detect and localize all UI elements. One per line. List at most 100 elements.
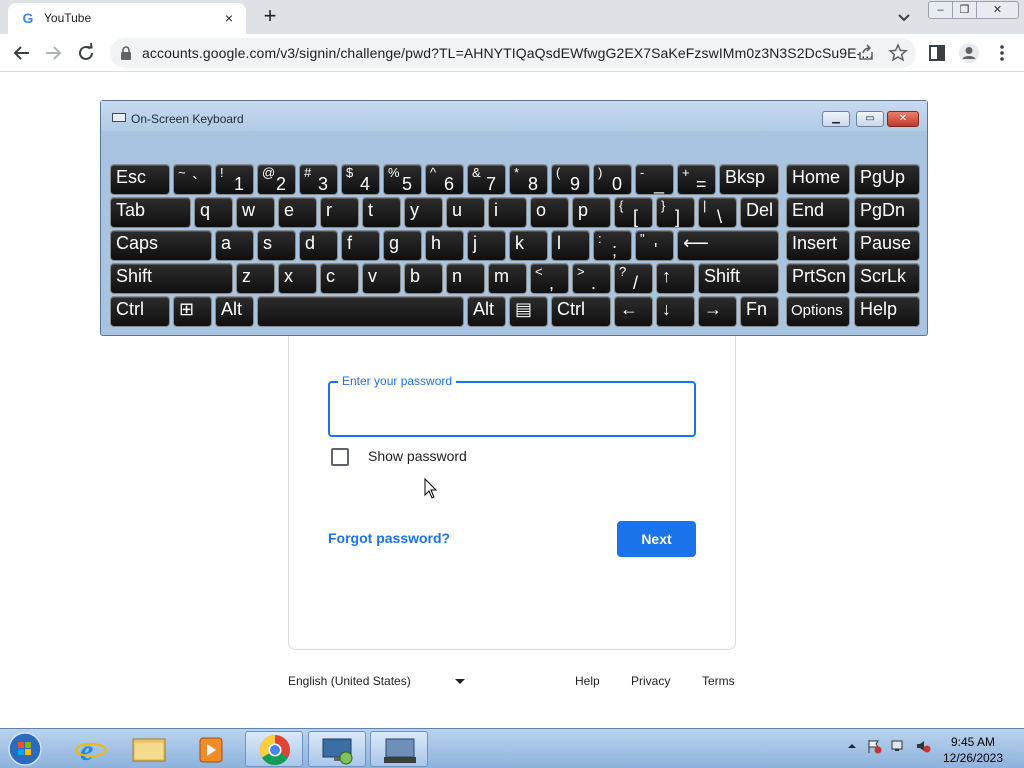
key-e[interactable]: e	[278, 197, 317, 228]
key-v[interactable]: v	[362, 263, 401, 294]
key-9[interactable]: (9	[551, 164, 590, 195]
key-0[interactable]: ) 0	[593, 164, 632, 195]
key-r[interactable]: r	[320, 197, 359, 228]
key-3-9[interactable]: >.	[572, 263, 611, 294]
key-4[interactable]: $4	[341, 164, 380, 195]
key-4-7[interactable]: ←	[614, 296, 653, 327]
key-0-12[interactable]: - _	[635, 164, 674, 195]
key-p[interactable]: p	[572, 197, 611, 228]
key-prtscn[interactable]: PrtScn	[786, 263, 850, 294]
show-password-label[interactable]: Show password	[368, 448, 467, 464]
key-tab[interactable]: Tab	[110, 197, 191, 228]
key-4-9[interactable]: →	[698, 296, 737, 327]
key-alt[interactable]: Alt	[215, 296, 254, 327]
key-home[interactable]: Home	[786, 164, 850, 195]
forward-arrow-icon[interactable]	[40, 40, 66, 66]
new-tab-button[interactable]: +	[258, 5, 282, 29]
key-s[interactable]: s	[257, 230, 296, 261]
key-0-13[interactable]: + =	[677, 164, 716, 195]
key-k[interactable]: k	[509, 230, 548, 261]
taskbar-on-screen-keyboard[interactable]	[370, 731, 428, 767]
key-pgup[interactable]: PgUp	[854, 164, 920, 195]
tab-youtube[interactable]: G YouTube ×	[8, 3, 246, 34]
key-a[interactable]: a	[215, 230, 254, 261]
key-b[interactable]: b	[404, 263, 443, 294]
key-3[interactable]: #3	[299, 164, 338, 195]
key-2-11[interactable]: " '	[635, 230, 674, 261]
bookmark-star-icon[interactable]	[888, 43, 908, 63]
key-ctrl[interactable]: Ctrl	[551, 296, 611, 327]
window-maximize-button[interactable]: ❐	[952, 1, 977, 19]
key-i[interactable]: i	[488, 197, 527, 228]
osk-minimize-button[interactable]: ▁	[822, 111, 850, 127]
share-icon[interactable]	[856, 43, 876, 63]
key-d[interactable]: d	[299, 230, 338, 261]
profile-avatar-icon[interactable]	[958, 42, 980, 64]
key-2-10[interactable]: :;	[593, 230, 632, 261]
key-w[interactable]: w	[236, 197, 275, 228]
key-caps[interactable]: Caps	[110, 230, 212, 261]
key-6[interactable]: ^ 6	[425, 164, 464, 195]
key-space[interactable]	[257, 296, 464, 327]
key-shift[interactable]: Shift	[698, 263, 779, 294]
key-3-10[interactable]: ? /	[614, 263, 653, 294]
key-u[interactable]: u	[446, 197, 485, 228]
key-8[interactable]: * 8	[509, 164, 548, 195]
network-icon[interactable]	[890, 738, 906, 754]
key-m[interactable]: m	[488, 263, 527, 294]
key-2-12[interactable]: ⟵	[677, 230, 779, 261]
key-1-13[interactable]: | \	[698, 197, 737, 228]
window-minimize-button[interactable]: ‒	[928, 1, 953, 19]
address-bar[interactable]: accounts.google.com/v3/signin/challenge/…	[110, 38, 916, 68]
footer-privacy-link[interactable]: Privacy	[631, 674, 670, 688]
reload-icon[interactable]	[73, 40, 99, 66]
tab-search-chevron-icon[interactable]	[893, 6, 915, 28]
key-n[interactable]: n	[446, 263, 485, 294]
key-l[interactable]: l	[551, 230, 590, 261]
key-c[interactable]: c	[320, 263, 359, 294]
kebab-menu-icon[interactable]	[991, 42, 1013, 64]
key-j[interactable]: j	[467, 230, 506, 261]
back-arrow-icon[interactable]	[9, 40, 35, 66]
key-5[interactable]: % 5	[383, 164, 422, 195]
key-y[interactable]: y	[404, 197, 443, 228]
key-scrlk[interactable]: ScrLk	[854, 263, 920, 294]
key-3-8[interactable]: <,	[530, 263, 569, 294]
taskbar-file-explorer[interactable]	[120, 731, 178, 767]
key-help[interactable]: Help	[854, 296, 920, 327]
taskbar-chrome[interactable]	[245, 731, 303, 767]
dropdown-caret-icon[interactable]	[455, 679, 465, 684]
key-4-5[interactable]: ▤	[509, 296, 548, 327]
taskbar-internet-explorer[interactable]: e	[64, 731, 122, 767]
key-7[interactable]: & 7	[467, 164, 506, 195]
next-button[interactable]: Next	[617, 521, 696, 557]
taskbar-clock[interactable]: 9:45 AM 12/26/2023	[938, 734, 1008, 766]
action-center-flag-icon[interactable]	[866, 738, 882, 754]
key-2[interactable]: @2	[257, 164, 296, 195]
key-4-8[interactable]: ↓	[656, 296, 695, 327]
key-4-1[interactable]: ⊞	[173, 296, 212, 327]
osk-close-button[interactable]: ✕	[887, 111, 919, 127]
forgot-password-link[interactable]: Forgot password?	[328, 530, 450, 546]
taskbar-remote-desktop[interactable]	[308, 731, 366, 767]
key-pause[interactable]: Pause	[854, 230, 920, 261]
key-esc[interactable]: Esc	[110, 164, 170, 195]
key-q[interactable]: q	[194, 197, 233, 228]
show-hidden-icons-icon[interactable]	[844, 738, 860, 754]
password-input[interactable]	[342, 398, 682, 420]
footer-terms-link[interactable]: Terms	[702, 674, 735, 688]
key-x[interactable]: x	[278, 263, 317, 294]
close-tab-icon[interactable]: ×	[220, 9, 238, 27]
key-t[interactable]: t	[362, 197, 401, 228]
language-selector[interactable]: English (United States)	[288, 674, 411, 688]
key-pgdn[interactable]: PgDn	[854, 197, 920, 228]
on-screen-keyboard-window[interactable]: On-Screen Keyboard ▁ ▭ ✕ Esc ~ `! 1 @2 #3 $4% 5…	[100, 100, 928, 336]
key-1[interactable]: ! 1	[215, 164, 254, 195]
key-options[interactable]: Options	[786, 296, 850, 327]
key-h[interactable]: h	[425, 230, 464, 261]
show-password-checkbox[interactable]	[331, 448, 349, 466]
key-alt[interactable]: Alt	[467, 296, 506, 327]
key-g[interactable]: g	[383, 230, 422, 261]
window-close-button[interactable]: ✕	[976, 1, 1019, 19]
footer-help-link[interactable]: Help	[575, 674, 600, 688]
